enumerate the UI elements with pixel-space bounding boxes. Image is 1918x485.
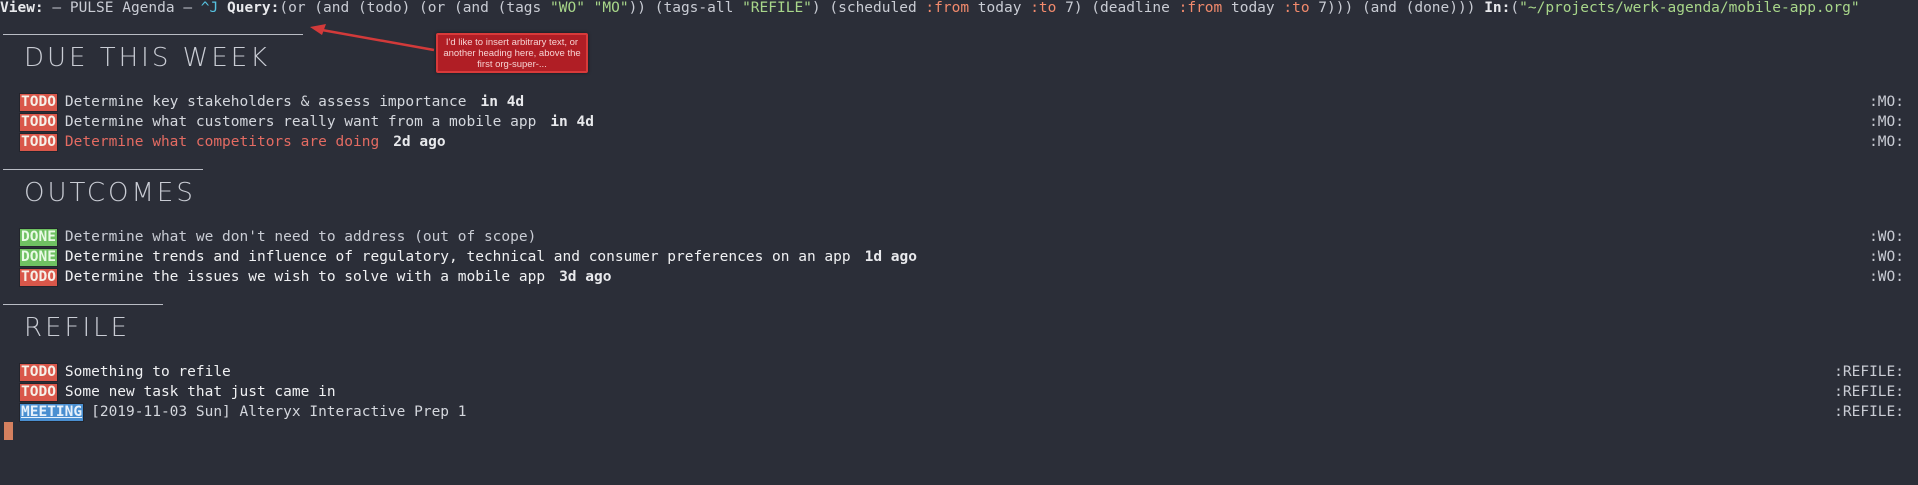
in-paren: (	[1510, 0, 1520, 16]
todo-keyword-badge[interactable]: TODO	[20, 94, 57, 111]
section-rule	[3, 169, 203, 170]
item-title[interactable]: Determine trends and influence of regula…	[65, 249, 851, 265]
item-tag: :REFILE:	[1834, 404, 1904, 420]
query-token: )) (tags-all	[628, 0, 743, 16]
annotation-text: I'd like to insert arbitrary text, or an…	[443, 37, 581, 70]
item-title[interactable]: Determine the issues we wish to solve wi…	[65, 269, 545, 285]
item-tag: :REFILE:	[1834, 364, 1904, 380]
section-heading: OUTCOMES	[24, 178, 196, 208]
agenda-item[interactable]: TODO Some new task that just came in :REFI…	[20, 382, 1904, 402]
in-label: In:	[1484, 0, 1511, 16]
due-indicator: 3d ago	[559, 269, 612, 285]
item-title[interactable]: Some new task that just came in	[65, 384, 336, 400]
item-title[interactable]: Something to refile	[65, 364, 231, 380]
annotation-arrow-head	[310, 24, 326, 35]
due-indicator: in 4d	[550, 114, 594, 130]
query-token: 7) (deadline	[1056, 0, 1179, 16]
keybinding-hint: ^J	[200, 0, 219, 16]
section-rule	[3, 304, 163, 305]
agenda-item[interactable]: MEETING [2019-11-03 Sun] Alteryx Interact…	[20, 402, 1904, 422]
query-expression: (or (and (todo) (or (and (tags "WO" "MO"…	[279, 0, 1484, 16]
query-token: ) (scheduled	[811, 0, 926, 16]
section-rule	[3, 34, 303, 35]
item-tag: :WO:	[1869, 229, 1904, 245]
view-label: View:	[0, 0, 44, 16]
query-token: :from	[1178, 0, 1223, 16]
todo-keyword-badge[interactable]: TODO	[20, 269, 57, 286]
query-token: :from	[925, 0, 970, 16]
item-tag: :MO:	[1869, 94, 1904, 110]
item-tag: :WO:	[1869, 269, 1904, 285]
item-tag: :WO:	[1869, 249, 1904, 265]
item-title[interactable]: Determine key stakeholders & assess impo…	[65, 94, 467, 110]
due-indicator: in 4d	[480, 94, 525, 110]
item-tag: :MO:	[1869, 134, 1904, 150]
section-heading: REFILE	[24, 313, 131, 343]
todo-keyword-badge[interactable]: DONE	[20, 249, 57, 266]
query-token: :to	[1030, 0, 1057, 16]
annotation-arrow-line	[321, 28, 435, 52]
todo-keyword-badge[interactable]: TODO	[20, 384, 57, 401]
query-token: "REFILE"	[742, 0, 812, 16]
view-title: — PULSE Agenda —	[43, 0, 201, 16]
query-token: (or (and (todo) (or (and (tags	[279, 0, 550, 16]
agenda-item[interactable]: TODO Determine what competitors are doing…	[20, 132, 1904, 152]
item-tag: :MO:	[1869, 114, 1904, 130]
agenda-item[interactable]: DONE Determine trends and influence of re…	[20, 247, 1904, 267]
todo-keyword-badge[interactable]: TODO	[20, 364, 57, 381]
text-cursor	[4, 422, 13, 440]
query-token: 7))) (and (done)))	[1309, 0, 1485, 16]
item-title[interactable]: Determine what customers really want fro…	[65, 114, 536, 130]
query-label: Query:	[218, 0, 280, 16]
todo-keyword-badge[interactable]: MEETING	[20, 404, 84, 421]
item-title[interactable]: [2019-11-03 Sun] Alteryx Interactive Pre…	[91, 404, 466, 420]
item-tag: :REFILE:	[1834, 384, 1904, 400]
agenda-item[interactable]: TODO Determine the issues we wish to solv…	[20, 267, 1904, 287]
query-token: today	[1222, 0, 1284, 16]
agenda-item[interactable]: TODO Determine key stakeholders & assess …	[20, 92, 1904, 112]
todo-keyword-badge[interactable]: DONE	[20, 229, 57, 246]
item-title[interactable]: Determine what competitors are doing	[65, 134, 379, 150]
annotation-callout: I'd like to insert arbitrary text, or an…	[436, 33, 588, 73]
file-path: "~/projects/werk-agenda/mobile-app.org"	[1519, 0, 1860, 16]
agenda-header-line: View: — PULSE Agenda — ^J Query:(or (and…	[0, 0, 1918, 17]
agenda-item[interactable]: DONE Determine what we don't need to addr…	[20, 227, 1904, 247]
section-heading: DUE THIS WEEK	[24, 43, 271, 73]
query-token: "WO" "MO"	[550, 0, 629, 16]
due-indicator: 2d ago	[393, 134, 446, 150]
todo-keyword-badge[interactable]: TODO	[20, 114, 57, 131]
agenda-item[interactable]: TODO Something to refile :REFILE:	[20, 362, 1904, 382]
item-title[interactable]: Determine what we don't need to address …	[65, 229, 536, 245]
todo-keyword-badge[interactable]: TODO	[20, 134, 57, 151]
agenda-item[interactable]: TODO Determine what customers really want…	[20, 112, 1904, 132]
query-token: :to	[1283, 0, 1310, 16]
query-token: today	[969, 0, 1031, 16]
due-indicator: 1d ago	[864, 249, 917, 265]
